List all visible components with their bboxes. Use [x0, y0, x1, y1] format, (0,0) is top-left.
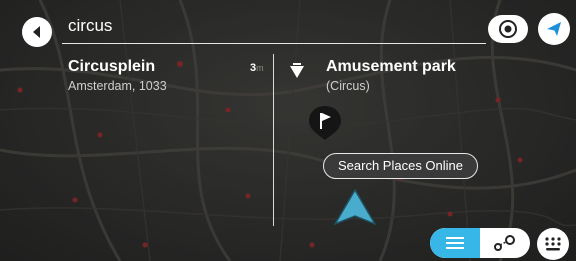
- chevron-vehicle-icon: [333, 188, 377, 226]
- back-arrow-icon: [33, 26, 40, 38]
- result-title: Amusement park: [326, 58, 456, 75]
- search-underline: [62, 43, 486, 44]
- keyboard-icon: [545, 237, 561, 251]
- route-icon: [494, 235, 515, 251]
- flag-pin-icon[interactable]: [307, 104, 343, 142]
- search-places-online-button[interactable]: Search Places Online: [323, 153, 479, 179]
- result-distance: 3m: [250, 62, 264, 74]
- eye-icon: [499, 20, 517, 38]
- search-input[interactable]: circus: [68, 16, 112, 36]
- visibility-button[interactable]: [488, 15, 528, 43]
- navigation-arrow-icon: [547, 22, 561, 36]
- amusement-park-icon: [290, 63, 304, 78]
- result-circusplein[interactable]: Circusplein Amsterdam, 1033: [68, 58, 268, 102]
- distance-unit: m: [256, 63, 264, 73]
- result-subtitle: (Circus): [326, 79, 370, 93]
- list-icon: [446, 237, 464, 249]
- view-toggle[interactable]: [430, 228, 530, 258]
- result-amusement-park[interactable]: Amusement park (Circus): [326, 58, 556, 93]
- list-view-button[interactable]: [430, 228, 480, 258]
- result-title: Circusplein: [68, 58, 156, 75]
- navigate-button[interactable]: [538, 13, 570, 45]
- map-dim-overlay: [0, 0, 576, 261]
- back-button[interactable]: [22, 17, 52, 47]
- map-view-button[interactable]: [480, 228, 530, 258]
- column-divider: [273, 54, 274, 226]
- keyboard-button[interactable]: [537, 228, 569, 260]
- map-screen: circus Circusplein Amsterdam, 1033 3m Am…: [0, 0, 576, 261]
- result-subtitle: Amsterdam, 1033: [68, 79, 167, 93]
